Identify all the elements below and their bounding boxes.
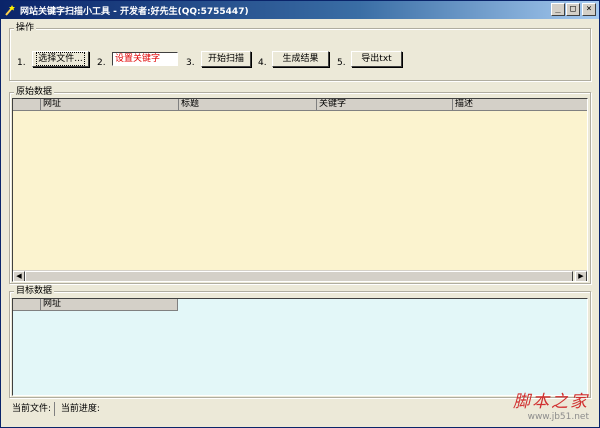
target-header-url[interactable]: 网址 (41, 299, 178, 311)
raw-data-legend: 原始数据 (14, 86, 55, 98)
raw-data-scroll-thumb[interactable] (25, 271, 573, 281)
status-bar: 当前文件: 当前进度: (9, 402, 103, 416)
title-bar[interactable]: 网站关键字扫描小工具 - 开发者:好先生(QQ:5755447) _ □ × (1, 1, 599, 19)
export-txt-label: 导出txt (361, 54, 392, 64)
step-number-4: 4. (258, 58, 267, 68)
status-current-progress: 当前进度: (60, 404, 100, 414)
raw-data-grid[interactable]: 网址 标题 关键字 描述 ◀ ▶ (12, 98, 588, 282)
status-current-file: 当前文件: (9, 402, 56, 416)
step-number-3: 3. (186, 58, 195, 68)
export-txt-button[interactable]: 导出txt (351, 51, 402, 67)
keyword-input[interactable]: 设置关键字 (112, 52, 178, 66)
raw-header-keyword[interactable]: 关键字 (317, 99, 453, 111)
app-window: 网站关键字扫描小工具 - 开发者:好先生(QQ:5755447) _ □ × 操… (0, 0, 600, 428)
raw-header-blank (13, 99, 41, 111)
wand-icon (5, 5, 15, 16)
generate-result-button[interactable]: 生成结果 (272, 51, 329, 67)
scroll-left-arrow-icon[interactable]: ◀ (13, 271, 25, 281)
target-data-grid[interactable]: 网址 (12, 298, 588, 396)
raw-header-description[interactable]: 描述 (453, 99, 587, 111)
close-button[interactable]: × (582, 3, 596, 16)
raw-header-title[interactable]: 标题 (179, 99, 317, 111)
target-header-blank (13, 299, 41, 311)
step-number-2: 2. (97, 58, 106, 68)
minimize-button[interactable]: _ (551, 3, 565, 16)
raw-header-url[interactable]: 网址 (41, 99, 179, 111)
watermark-logo: 脚本之家 www.jb51.net (513, 392, 589, 423)
maximize-button[interactable]: □ (566, 3, 580, 16)
step-number-5: 5. (337, 58, 346, 68)
target-data-legend: 目标数据 (14, 285, 55, 297)
step-number-1: 1. (17, 58, 26, 68)
operations-legend: 操作 (14, 22, 37, 34)
select-file-label: 选择文件... (36, 52, 85, 66)
scroll-right-arrow-icon[interactable]: ▶ (575, 271, 587, 281)
start-scan-label: 开始扫描 (207, 54, 244, 64)
start-scan-button[interactable]: 开始扫描 (201, 51, 251, 67)
watermark-url: www.jb51.net (527, 412, 589, 422)
raw-data-hscrollbar[interactable]: ◀ ▶ (13, 270, 587, 281)
watermark-title: 脚本之家 (513, 392, 589, 412)
window-title: 网站关键字扫描小工具 - 开发者:好先生(QQ:5755447) (20, 7, 249, 17)
generate-result-label: 生成结果 (282, 54, 319, 64)
select-file-button[interactable]: 选择文件... (32, 51, 89, 67)
